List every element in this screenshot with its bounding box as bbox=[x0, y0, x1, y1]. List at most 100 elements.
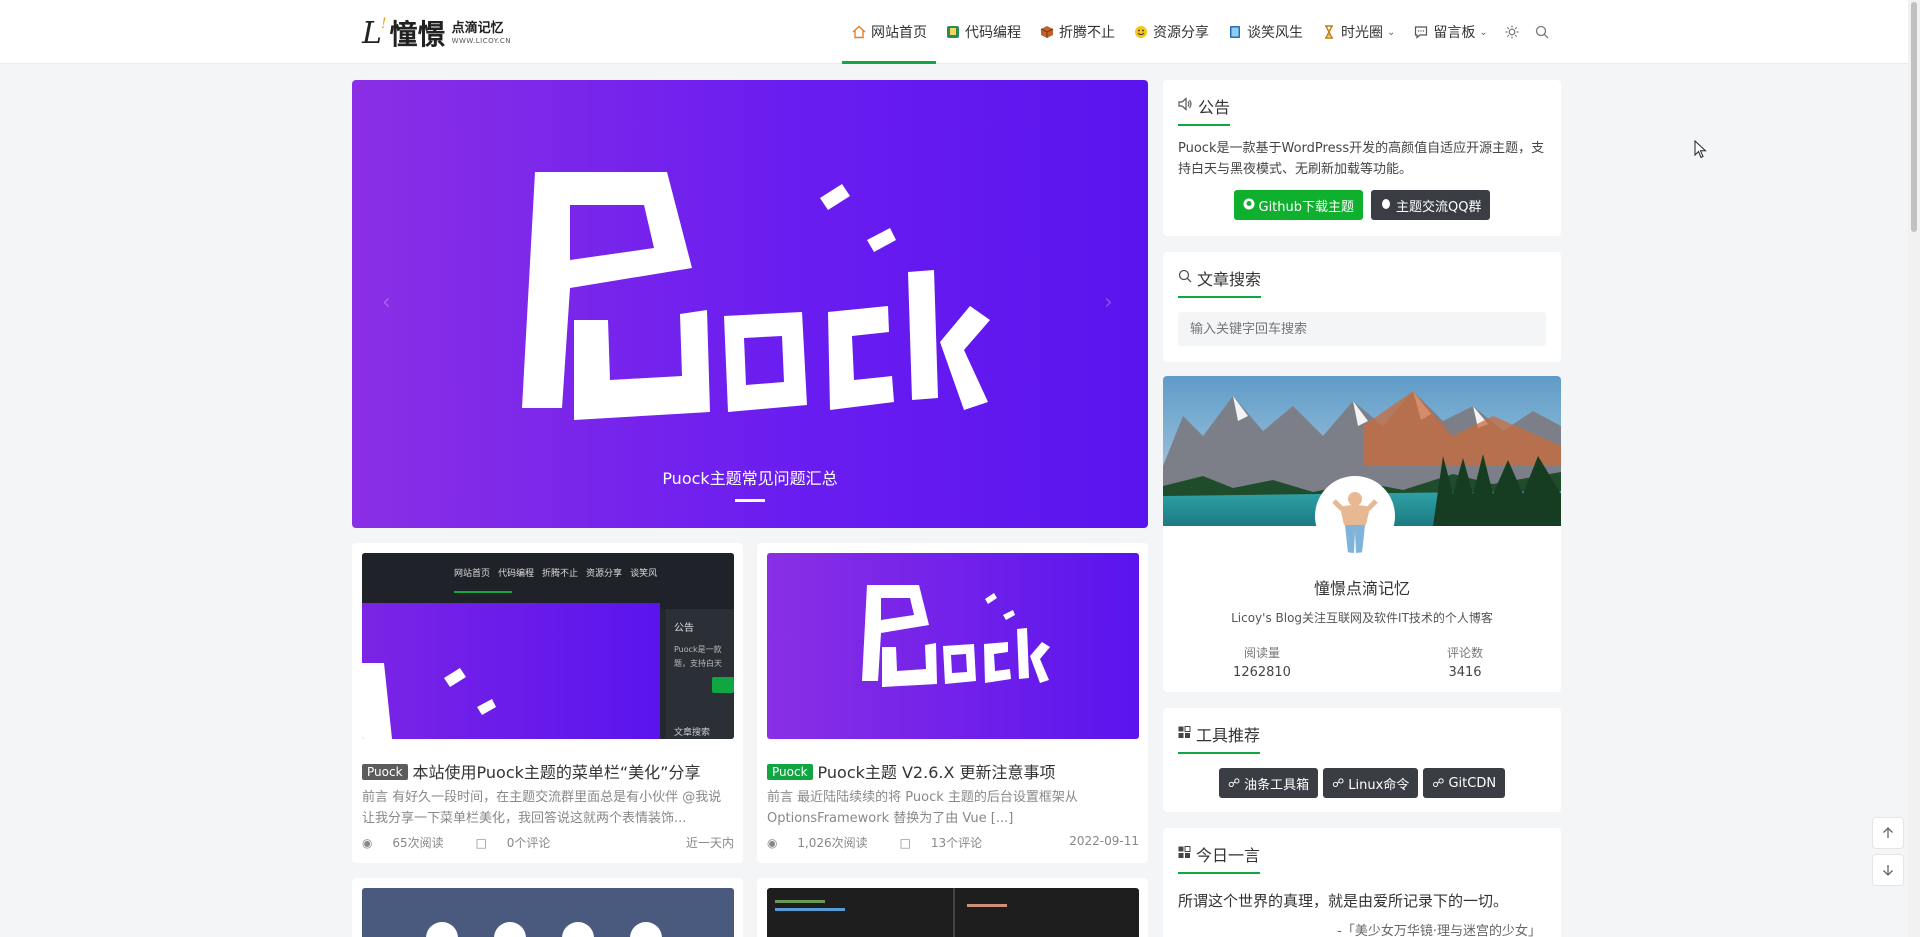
chevron-down-icon: ⌄ bbox=[1387, 26, 1396, 38]
hero-caption[interactable]: Puock主题常见问题汇总 bbox=[352, 465, 1148, 489]
scroll-bottom-button[interactable] bbox=[1872, 854, 1904, 886]
github-download-button[interactable]: Github下载主题 bbox=[1233, 190, 1364, 220]
nav-item-guestbook[interactable]: 留言板 ⌄ bbox=[1404, 0, 1496, 64]
avatar[interactable] bbox=[1315, 476, 1395, 556]
post-thumbnail[interactable] bbox=[767, 553, 1139, 739]
thumb-side-text: 题，支持白天 bbox=[674, 659, 722, 668]
widget-title: 公告 bbox=[1178, 94, 1231, 126]
widget-title: 今日一言 bbox=[1178, 842, 1261, 874]
thumb-side-title: 公告 bbox=[674, 623, 694, 634]
author-description: Licoy's Blog关注互联网及软件IT技术的个人博客 bbox=[1231, 611, 1493, 625]
notice-text: Puock是一款基于WordPress开发的高颜值自适应开源主题，支持白天与黑夜… bbox=[1178, 141, 1545, 177]
comment-icon: □ bbox=[899, 836, 912, 850]
box-icon bbox=[1039, 25, 1054, 40]
qq-group-button[interactable]: 主题交流QQ群 bbox=[1371, 190, 1491, 220]
quote-source: -「美少女万华镜·理与迷宫的少女」 bbox=[1337, 924, 1541, 937]
tools-widget: 工具推荐 ☍ 油条工具箱 ☍ Linux命令 ☍ GitCDN bbox=[1163, 708, 1561, 812]
logo-mark: L! bbox=[362, 15, 386, 51]
theme-toggle-button[interactable] bbox=[1497, 0, 1527, 64]
puock-logo-illustration bbox=[522, 172, 990, 420]
slider-indicator[interactable] bbox=[735, 499, 765, 502]
views-count: ◉ 1,026次阅读 bbox=[767, 836, 868, 850]
tool-link-button[interactable]: ☍ GitCDN bbox=[1423, 768, 1506, 798]
smile-icon bbox=[1133, 25, 1148, 40]
views-count: ◉ 65次阅读 bbox=[362, 836, 444, 850]
nav-item-code[interactable]: 代码编程 bbox=[936, 0, 1030, 64]
post-title[interactable]: Puock Puock主题 V2.6.X 更新注意事项 bbox=[767, 759, 1056, 783]
nav-item-label: 时光圈 bbox=[1341, 25, 1383, 41]
home-icon bbox=[851, 25, 866, 40]
post-thumbnail[interactable] bbox=[767, 888, 1139, 937]
post-excerpt: 前言 有好久一段时间，在主题交流群里面总是有小伙伴 @我说让我分享一下菜单栏美化… bbox=[362, 790, 722, 826]
thumb-nav-label: 代码编程 bbox=[498, 569, 535, 579]
hourglass-icon bbox=[1321, 25, 1336, 40]
author-name[interactable]: 憧憬点滴记忆 bbox=[1163, 575, 1561, 599]
comment-icon bbox=[1413, 25, 1428, 40]
tool-link-button[interactable]: ☍ Linux命令 bbox=[1323, 768, 1419, 798]
scrollbar-thumb[interactable] bbox=[1911, 2, 1917, 232]
tool-link-button[interactable]: ☍ 油条工具箱 bbox=[1218, 768, 1319, 798]
main-nav: 网站首页 代码编程 折腾不止 资源分享 谈笑风生 时光圈 ⌄ 留言板 ⌄ bbox=[842, 0, 1557, 64]
github-icon bbox=[1243, 198, 1255, 213]
nav-item-tinker[interactable]: 折腾不止 bbox=[1030, 0, 1124, 64]
nav-item-resources[interactable]: 资源分享 bbox=[1124, 0, 1218, 64]
post-card: 网站首页 代码编程 折腾不止 资源分享 谈笑风 公告 Puock是一款 题，支持… bbox=[352, 543, 743, 863]
link-icon: ☍ bbox=[1432, 776, 1445, 790]
speaker-icon bbox=[1178, 97, 1193, 115]
post-card: Puock Puock主题 V2.6.X 更新注意事项 前言 最近陆陆续续的将 P… bbox=[757, 543, 1148, 863]
eye-icon: ◉ bbox=[362, 836, 373, 850]
nav-item-label: 折腾不止 bbox=[1059, 25, 1115, 41]
daily-quote-widget: 今日一言 所谓这个世界的真理，就是由爱所记录下的一切。 -「美少女万华镜·理与迷… bbox=[1163, 828, 1561, 937]
post-meta: ◉ 65次阅读 □ 0个评论 近一天内 bbox=[362, 834, 734, 851]
comment-icon: □ bbox=[475, 836, 487, 850]
logo-url: WWW.LICOY.CN bbox=[451, 36, 511, 45]
site-logo[interactable]: L! 憧憬 点滴记忆 WWW.LICOY.CN bbox=[362, 14, 511, 52]
post-meta: ◉ 1,026次阅读 □ 13个评论 2022-09-11 bbox=[767, 834, 1139, 851]
post-tag[interactable]: Puock bbox=[767, 764, 813, 780]
post-thumbnail[interactable]: 网站首页 代码编程 折腾不止 资源分享 谈笑风 公告 Puock是一款 题，支持… bbox=[362, 553, 734, 739]
thumb-side-text: Puock是一款 bbox=[674, 645, 722, 654]
search-icon bbox=[1178, 269, 1192, 287]
search-icon bbox=[1535, 25, 1549, 39]
nav-item-talk[interactable]: 谈笑风生 bbox=[1218, 0, 1312, 64]
post-card bbox=[757, 878, 1148, 937]
post-date: 近一天内 bbox=[685, 836, 734, 850]
slider-prev-arrow[interactable]: ‹ bbox=[382, 290, 391, 315]
nav-item-moments[interactable]: 时光圈 ⌄ bbox=[1312, 0, 1404, 64]
stat-comments: 评论数 3416 bbox=[1446, 646, 1483, 680]
post-date: 2022-09-11 bbox=[1069, 834, 1139, 848]
nav-item-label: 留言板 bbox=[1433, 25, 1476, 41]
article-search-input[interactable] bbox=[1178, 312, 1546, 346]
logo-subtitle: 点滴记忆 bbox=[451, 20, 504, 36]
nav-item-home[interactable]: 网站首页 bbox=[842, 0, 936, 64]
thumb-nav-label: 折腾不止 bbox=[542, 569, 579, 579]
mouse-cursor-icon bbox=[1694, 139, 1708, 164]
post-title[interactable]: Puock 本站使用Puock主题的菜单栏“美化”分享 bbox=[362, 759, 700, 783]
search-button[interactable] bbox=[1527, 0, 1557, 64]
widget-title: 文章搜索 bbox=[1178, 266, 1262, 298]
code-icon bbox=[945, 25, 960, 40]
thumb-nav-label: 谈笑风 bbox=[630, 569, 658, 579]
slider-next-arrow[interactable]: › bbox=[1104, 290, 1113, 315]
author-profile-widget: 憧憬点滴记忆 Licoy's Blog关注互联网及软件IT技术的个人博客 阅读量… bbox=[1163, 376, 1561, 692]
site-header: L! 憧憬 点滴记忆 WWW.LICOY.CN 网站首页 代码编程 折腾不止 资… bbox=[0, 0, 1908, 64]
chevron-down-icon: ⌄ bbox=[1479, 26, 1488, 38]
sun-icon bbox=[1505, 25, 1519, 39]
hero-slider[interactable]: ‹ › bbox=[352, 80, 1148, 528]
comments-count: □ 0个评论 bbox=[475, 836, 551, 850]
notice-widget: 公告 Puock是一款基于WordPress开发的高颜值自适应开源主题，支持白天… bbox=[1163, 80, 1561, 236]
book-icon bbox=[1227, 25, 1242, 40]
post-thumbnail[interactable] bbox=[362, 888, 734, 937]
widget-grid-icon bbox=[1178, 725, 1191, 743]
arrow-up-icon bbox=[1883, 827, 1893, 838]
thumb-nav-label: 网站首页 bbox=[454, 569, 491, 579]
stat-views: 阅读量 1262810 bbox=[1233, 646, 1291, 680]
thumb-nav-label: 资源分享 bbox=[586, 569, 623, 579]
post-tag[interactable]: Puock bbox=[362, 764, 408, 780]
page-scrollbar[interactable] bbox=[1908, 0, 1920, 937]
scroll-top-button[interactable] bbox=[1872, 817, 1904, 849]
arrow-down-icon bbox=[1883, 865, 1893, 876]
widget-title: 工具推荐 bbox=[1178, 722, 1261, 754]
logo-chinese-title: 憧憬 bbox=[389, 18, 446, 51]
nav-item-label: 资源分享 bbox=[1153, 25, 1209, 41]
